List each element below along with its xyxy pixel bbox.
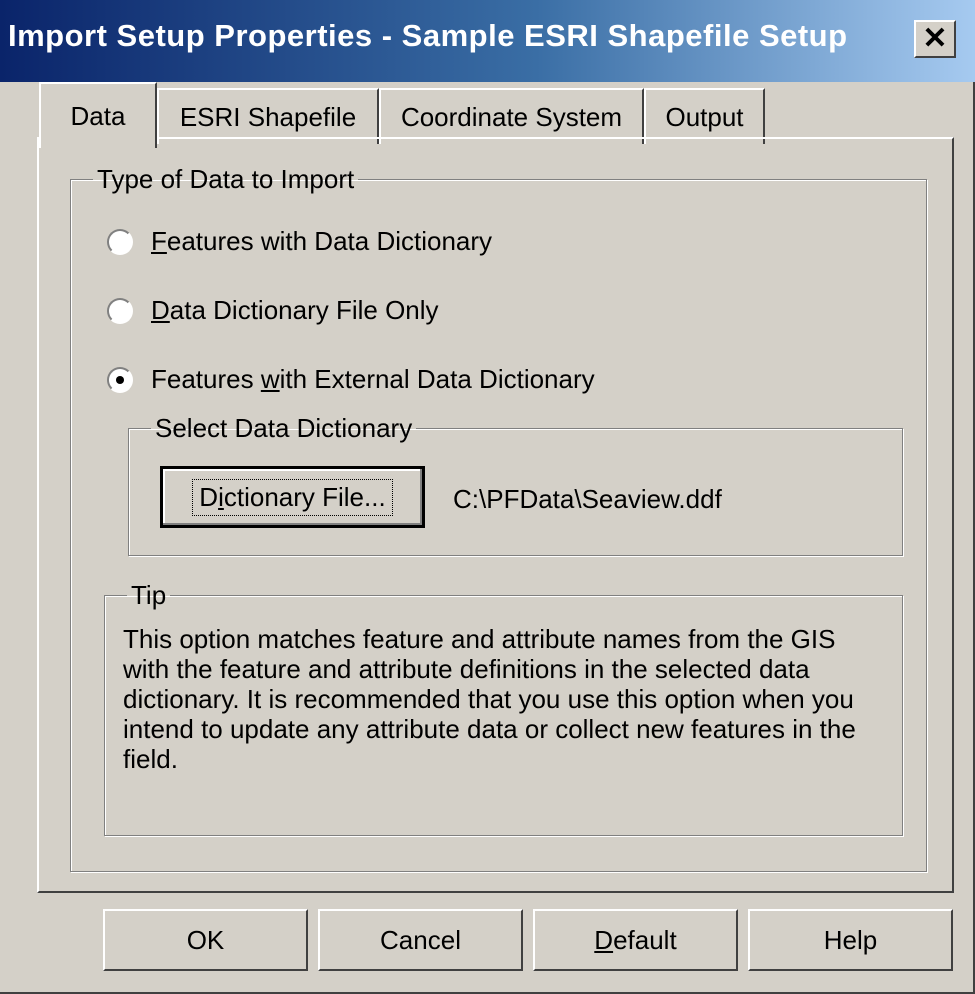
dictionary-file-path: C:\PFData\Seaview.ddf — [453, 484, 722, 514]
import-setup-dialog: Import Setup Properties - Sample ESRI Sh… — [0, 0, 975, 994]
radio-label: Features with External Data Dictionary — [151, 364, 595, 394]
select-data-dictionary-legend: Select Data Dictionary — [155, 413, 413, 443]
radio-features-with-data-dictionary[interactable]: Features with Data Dictionary — [107, 226, 492, 257]
window-title: Import Setup Properties - Sample ESRI Sh… — [8, 18, 848, 53]
close-button[interactable]: ✕ — [914, 20, 956, 58]
radio-features-with-external-data-dictionary[interactable]: Features with External Data Dictionary — [107, 364, 595, 395]
dictionary-file-button[interactable]: Dictionary File... — [160, 466, 425, 528]
tab-data[interactable]: Data — [39, 82, 157, 148]
tip-legend: Tip — [131, 580, 167, 610]
radio-label: Features with Data Dictionary — [151, 226, 493, 256]
default-button-label: Default — [594, 924, 677, 955]
tab-output-label: Output — [665, 101, 744, 132]
dictionary-file-button-label: Dictionary File... — [192, 478, 393, 516]
help-button-label: Help — [823, 924, 878, 955]
radio-button-selected-icon — [107, 366, 133, 393]
cancel-button[interactable]: Cancel — [318, 909, 523, 971]
tab-esri-shapefile-label: ESRI Shapefile — [179, 101, 357, 132]
ok-button-label: OK — [186, 924, 225, 955]
tab-coordinate-system[interactable]: Coordinate System — [379, 88, 644, 144]
radio-label: Data Dictionary File Only — [151, 295, 439, 325]
help-button[interactable]: Help — [748, 909, 953, 971]
close-icon: ✕ — [922, 22, 948, 55]
tab-esri-shapefile[interactable]: ESRI Shapefile — [157, 88, 379, 144]
default-button[interactable]: Default — [533, 909, 738, 971]
tab-data-label: Data — [70, 100, 126, 131]
tip-text: This option matches feature and attribut… — [123, 624, 856, 774]
type-of-data-legend: Type of Data to Import — [97, 164, 355, 194]
ok-button[interactable]: OK — [103, 909, 308, 971]
tab-output[interactable]: Output — [644, 88, 765, 144]
cancel-button-label: Cancel — [380, 924, 461, 955]
radio-button-icon — [107, 228, 133, 255]
radio-dot-icon — [116, 375, 124, 384]
radio-button-icon — [107, 297, 133, 324]
tab-coordinate-system-label: Coordinate System — [400, 101, 623, 132]
radio-data-dictionary-file-only[interactable]: Data Dictionary File Only — [107, 295, 439, 326]
title-bar[interactable]: Import Setup Properties - Sample ESRI Sh… — [0, 0, 975, 82]
